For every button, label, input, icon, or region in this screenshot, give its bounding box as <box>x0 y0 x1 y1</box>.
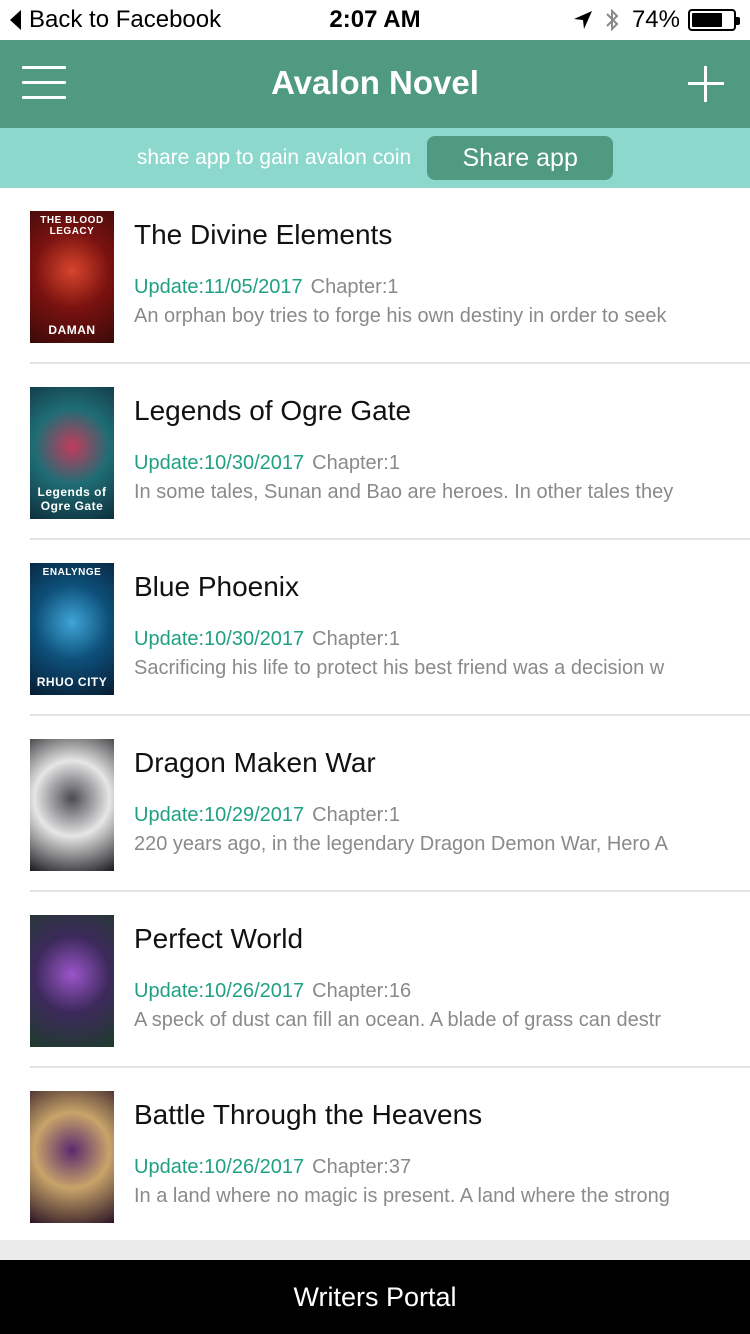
novel-title: The Divine Elements <box>134 219 393 250</box>
novel-title: Legends of Ogre Gate <box>134 395 412 426</box>
book-cover-image <box>30 915 114 1047</box>
list-end-spacer <box>0 1240 750 1260</box>
novel-list-item[interactable]: Battle Through the Heavens Update:10/26/2… <box>30 1068 750 1244</box>
book-cover-image: ENALYNGE RHUO CITY <box>30 563 114 695</box>
novel-title: Perfect World <box>134 923 304 954</box>
novel-title: Battle Through the Heavens <box>134 1099 483 1130</box>
novel-description: In a land where no magic is present. A l… <box>134 1185 670 1207</box>
share-banner: share app to gain avalon coin Share app <box>0 128 750 188</box>
book-cover-image <box>30 739 114 871</box>
cover-bottom-text: RHUO CITY <box>36 675 108 689</box>
status-bar: Back to Facebook 2:07 AM 74% <box>0 0 750 40</box>
chapter-count: Chapter:1 <box>312 452 400 474</box>
share-app-button[interactable]: Share app <box>427 136 614 180</box>
chapter-count: Chapter:1 <box>312 804 400 826</box>
bluetooth-icon <box>606 8 619 32</box>
novel-title: Blue Phoenix <box>134 571 300 602</box>
novel-list-item[interactable]: THE BLOOD LEGACY DAMAN The Divine Elements… <box>30 188 750 364</box>
novel-meta: Update:10/30/2017 Chapter:1 <box>134 628 400 651</box>
update-date: Update:10/29/2017 <box>134 804 305 826</box>
novel-description: An orphan boy tries to forge his own des… <box>134 305 667 327</box>
page-title: Avalon Novel <box>271 64 479 101</box>
battery-icon <box>688 9 740 31</box>
novel-meta: Update:11/05/2017 Chapter:1 <box>134 276 399 299</box>
novel-meta: Update:10/30/2017 Chapter:1 <box>134 452 400 475</box>
novel-list-item[interactable]: Dragon Maken War Update:10/29/2017 Chapter… <box>30 716 750 892</box>
update-date: Update:10/26/2017 <box>134 980 305 1002</box>
book-cover-image <box>30 1091 114 1223</box>
update-date: Update:10/30/2017 <box>134 628 305 650</box>
status-indicators: 74% <box>572 6 740 34</box>
chapter-count: Chapter:1 <box>312 628 400 650</box>
writers-portal-button[interactable]: Writers Portal <box>0 1260 750 1334</box>
novel-list-item[interactable]: ENALYNGE RHUO CITY Blue Phoenix Update:10/3… <box>30 540 750 716</box>
novel-meta: Update:10/26/2017 Chapter:16 <box>134 980 411 1003</box>
battery-fill <box>692 13 722 27</box>
chapter-count: Chapter:16 <box>312 980 412 1002</box>
battery-percent: 74% <box>631 6 680 33</box>
location-arrow-icon <box>573 11 592 29</box>
chapter-count: Chapter:37 <box>312 1156 412 1178</box>
cover-bottom-text: DAMAN <box>48 323 96 337</box>
novel-description: 220 years ago, in the legendary Dragon D… <box>134 833 669 855</box>
cover-title-text: ENALYNGE <box>42 567 102 578</box>
book-cover-image: Legends of Ogre Gate <box>30 387 114 519</box>
novel-description: Sacrificing his life to protect his best… <box>134 657 665 679</box>
book-cover-image: THE BLOOD LEGACY DAMAN <box>30 211 114 343</box>
novel-list-item[interactable]: Legends of Ogre Gate Legends of Ogre Gate… <box>30 364 750 540</box>
novel-description: In some tales, Sunan and Bao are heroes.… <box>134 481 674 503</box>
novel-description: A speck of dust can fill an ocean. A bla… <box>134 1009 661 1031</box>
novel-list: THE BLOOD LEGACY DAMAN The Divine Elements… <box>0 188 750 1244</box>
nav-bar: Avalon Novel <box>0 40 750 128</box>
update-date: Update:10/30/2017 <box>134 452 305 474</box>
update-date: Update:11/05/2017 <box>134 276 303 298</box>
share-promo-text: share app to gain avalon coin <box>136 146 412 169</box>
cover-title-text: THE BLOOD LEGACY <box>40 215 104 237</box>
cover-bottom-text: Legends of Ogre Gate <box>37 485 107 513</box>
novel-title: Dragon Maken War <box>134 747 376 778</box>
novel-meta: Update:10/29/2017 Chapter:1 <box>134 804 400 827</box>
chapter-count: Chapter:1 <box>310 276 399 298</box>
update-date: Update:10/26/2017 <box>134 1156 305 1178</box>
novel-meta: Update:10/26/2017 Chapter:37 <box>134 1156 411 1179</box>
plus-icon[interactable] <box>688 66 724 102</box>
novel-list-item[interactable]: Perfect World Update:10/26/2017 Chapter:16… <box>30 892 750 1068</box>
